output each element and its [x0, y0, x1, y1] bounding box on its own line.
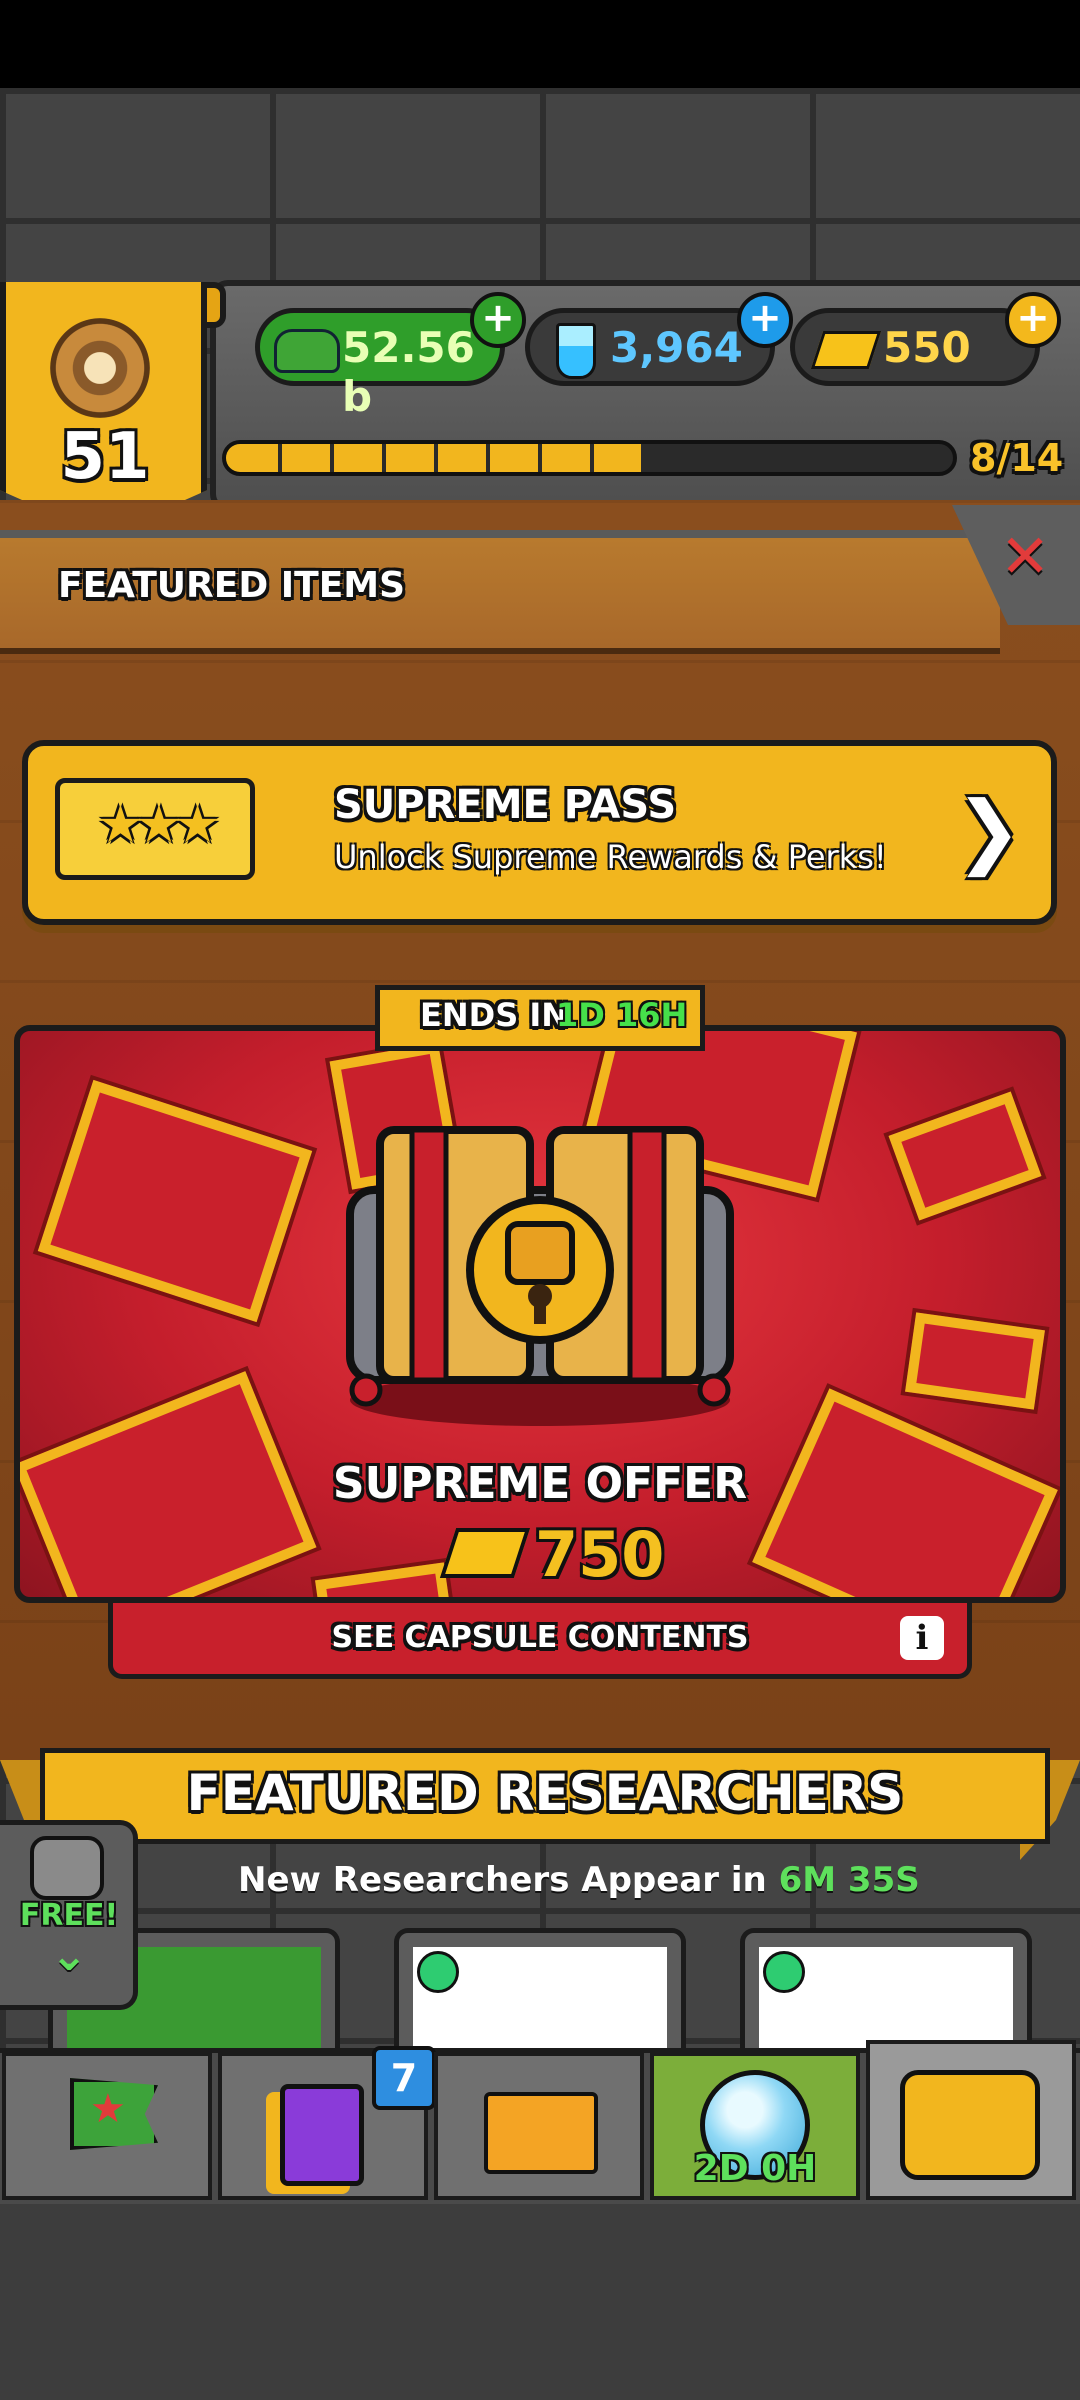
xp-segment-divider: [537, 444, 542, 472]
supreme-pass-title: SUPREME PASS: [334, 782, 677, 828]
barrel-icon: [30, 1836, 104, 1900]
speed-gauge-icon: [417, 1951, 459, 1993]
xp-segment-divider: [797, 444, 802, 472]
three-stars-icon: ★★★: [97, 795, 221, 855]
researchers-refresh-label: New Researchers Appear in: [238, 1860, 767, 1900]
xp-segment-divider: [329, 444, 334, 472]
ends-in-label: ENDS IN: [420, 996, 569, 1034]
floating-card-decoration: [315, 1562, 455, 1597]
gold-value: 550: [883, 323, 971, 372]
researchers-refresh-text: New Researchers Appear in 6M 35S: [238, 1860, 920, 1900]
player-level: 51: [60, 420, 150, 494]
researchers-refresh-timer: 6M 35S: [778, 1860, 920, 1900]
cards-icon: [280, 2084, 364, 2186]
see-capsule-contents-label: SEE CAPSULE CONTENTS: [331, 1620, 749, 1655]
cash-cap-icon: [274, 329, 340, 373]
chevron-right-icon[interactable]: ❯: [955, 784, 1022, 877]
offer-price: 750: [535, 1518, 665, 1591]
featured-researchers-title: FEATURED RESEARCHERS: [186, 1764, 904, 1822]
event-timer: 2D 0H: [693, 2148, 817, 2189]
chevron-down-icon: ⌄: [50, 1930, 88, 1981]
xp-progress-bar: [222, 440, 957, 476]
xp-segment-divider: [641, 444, 646, 472]
free-label: FREE!: [19, 1898, 119, 1933]
add-science-button[interactable]: +: [737, 292, 793, 348]
add-cash-button[interactable]: +: [470, 292, 526, 348]
researcher-card[interactable]: [740, 1928, 1032, 2048]
floating-card-decoration: [37, 1079, 313, 1323]
xp-segment-divider: [693, 444, 698, 472]
xp-segment-divider: [901, 444, 906, 472]
xp-segment-divider: [381, 444, 386, 472]
gold-counter: 550: [790, 308, 1040, 386]
status-bar: [0, 0, 1080, 88]
researcher-card[interactable]: [394, 1928, 686, 2048]
cards-count-badge: 7: [372, 2046, 436, 2110]
capsule-icon: [900, 2070, 1040, 2180]
info-icon[interactable]: i: [900, 1616, 944, 1660]
xp-progress-text: 8/14: [970, 436, 1064, 480]
xp-segment-divider: [277, 444, 282, 472]
add-gold-button[interactable]: +: [1005, 292, 1061, 348]
xp-segment-divider: [745, 444, 750, 472]
cash-counter: 52.56 b: [255, 308, 505, 421]
gear-icon: [50, 318, 150, 418]
xp-segment-divider: [485, 444, 490, 472]
xp-segment-divider: [849, 444, 854, 472]
floating-card-decoration: [905, 1312, 1045, 1410]
floating-card-decoration: [888, 1091, 1042, 1221]
speed-gauge-icon: [763, 1951, 805, 1993]
supreme-offer-title: SUPREME OFFER: [332, 1458, 748, 1509]
gold-bar-icon: [810, 331, 882, 369]
close-button[interactable]: ✕: [1000, 522, 1050, 592]
folder-icon: [484, 2092, 598, 2174]
supreme-pass-subtitle: Unlock Supreme Rewards & Perks!: [334, 838, 887, 876]
supreme-capsule-image: [346, 1126, 734, 1426]
xp-segment-divider: [589, 444, 594, 472]
science-value: 3,964: [610, 323, 743, 372]
xp-segment-divider: [433, 444, 438, 472]
offer-countdown: 1D 16H: [556, 996, 688, 1034]
featured-items-title: FEATURED ITEMS: [58, 565, 406, 606]
flask-icon: [556, 323, 596, 379]
bottom-wall: [0, 2204, 1080, 2400]
star-icon: ★: [90, 2086, 126, 2132]
